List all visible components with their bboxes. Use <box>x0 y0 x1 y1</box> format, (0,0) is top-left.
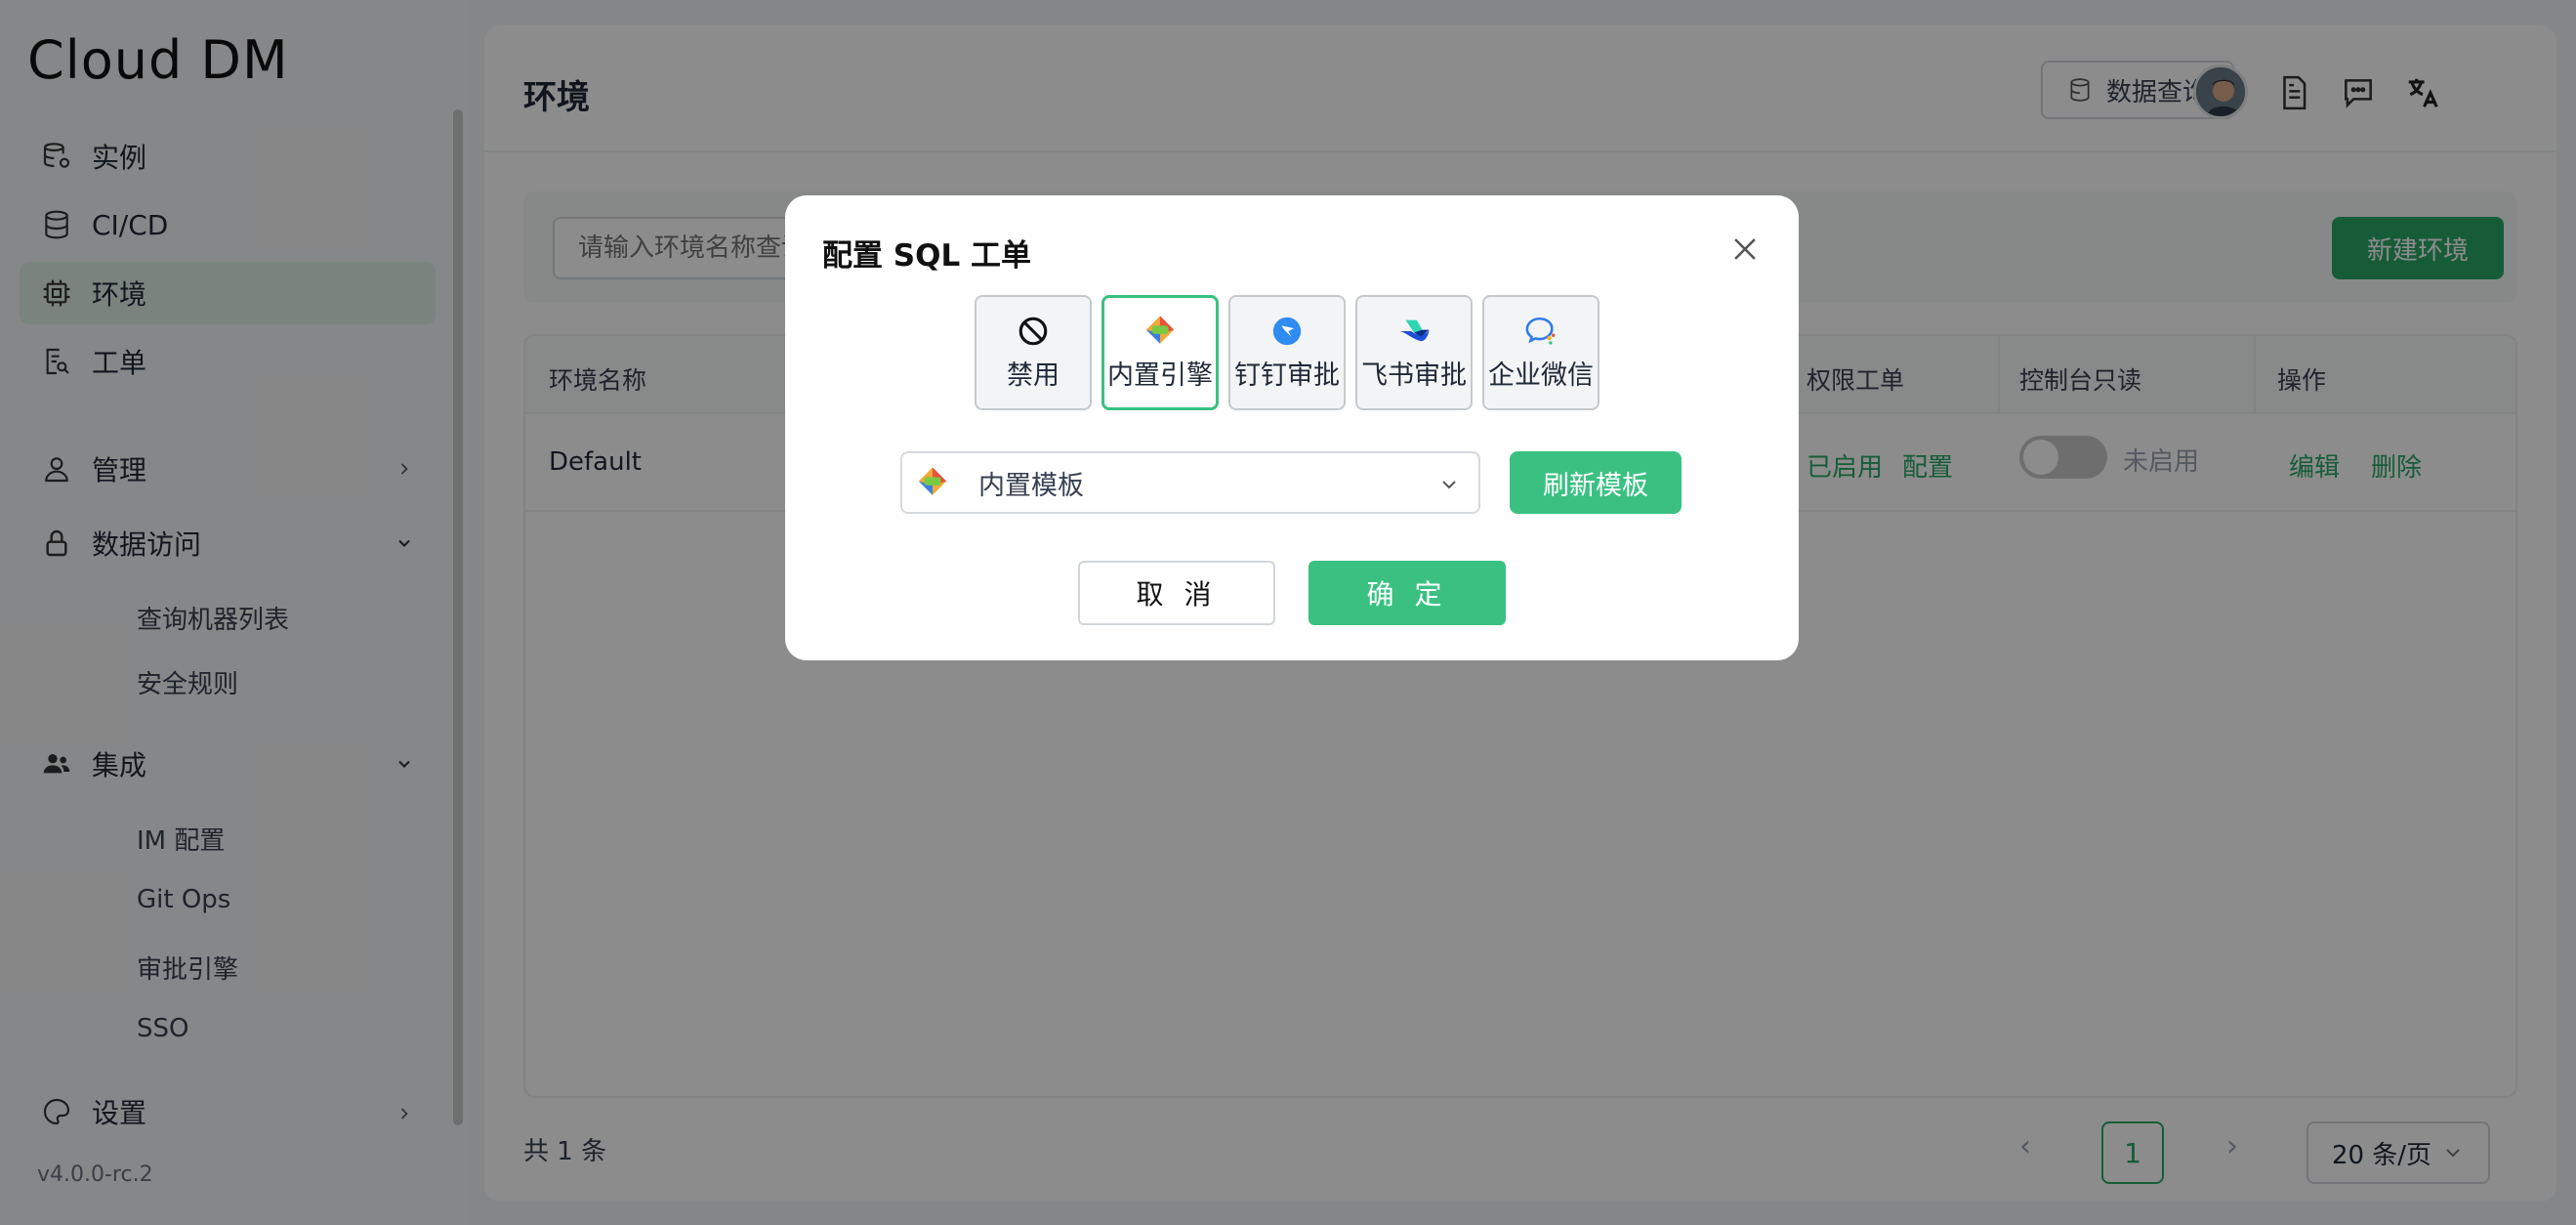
option-label: 飞书审批 <box>1361 359 1467 391</box>
wecom-icon <box>1525 317 1556 345</box>
builtin-engine-icon <box>1145 315 1175 344</box>
confirm-button[interactable]: 确 定 <box>1309 561 1506 625</box>
refresh-template-button[interactable]: 刷新模板 <box>1510 451 1682 514</box>
builtin-engine-icon <box>918 467 947 495</box>
ban-icon <box>1018 317 1048 345</box>
chevron-down-icon <box>1442 481 1456 489</box>
option-feishu[interactable]: 飞书审批 <box>1355 295 1473 410</box>
feishu-icon <box>1399 319 1430 341</box>
option-label: 钉钉审批 <box>1234 359 1340 391</box>
option-label: 禁用 <box>1007 359 1059 391</box>
template-select[interactable]: 内置模板 <box>900 451 1480 514</box>
option-disabled[interactable]: 禁用 <box>975 295 1092 410</box>
close-icon[interactable] <box>1728 232 1762 266</box>
option-dingtalk[interactable]: 钉钉审批 <box>1228 295 1346 410</box>
config-sql-ticket-dialog: 配置 SQL 工单 禁用 内置引擎 钉钉审批 飞书审批 企业微信 内置模板 刷新… <box>785 195 1799 660</box>
option-wecom[interactable]: 企业微信 <box>1482 295 1600 410</box>
template-select-value: 内置模板 <box>978 470 1084 501</box>
dingtalk-icon <box>1272 317 1302 345</box>
dialog-title: 配置 SQL 工单 <box>822 238 1032 274</box>
cancel-button[interactable]: 取 消 <box>1078 561 1275 625</box>
option-label: 企业微信 <box>1488 359 1594 391</box>
option-builtin-engine[interactable]: 内置引擎 <box>1101 295 1219 410</box>
option-label: 内置引擎 <box>1107 359 1213 391</box>
